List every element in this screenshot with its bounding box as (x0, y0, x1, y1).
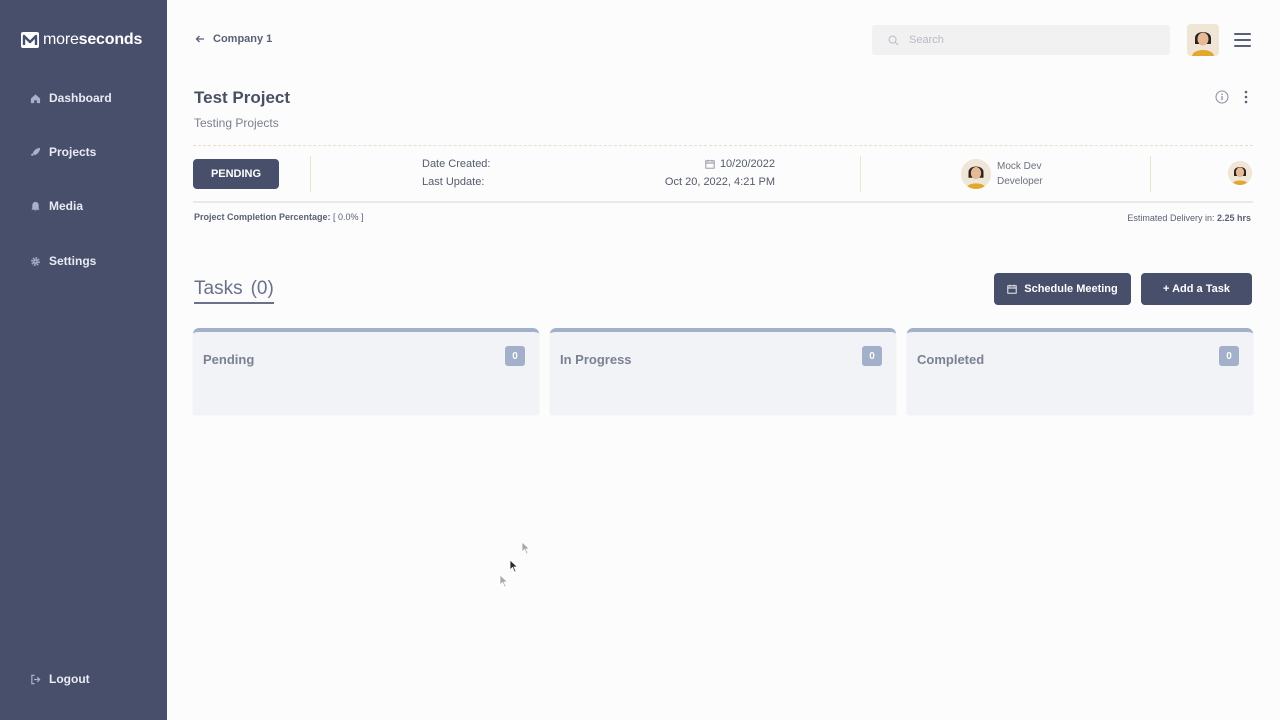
avatar-image (1228, 161, 1252, 185)
info-icon[interactable] (1215, 90, 1229, 104)
column-title: In Progress (560, 352, 632, 367)
date-created-text: 10/20/2022 (719, 158, 775, 170)
logout-icon (31, 674, 41, 684)
member-avatar[interactable] (961, 159, 991, 189)
back-link[interactable]: Company 1 (195, 33, 272, 45)
cursor-icon (521, 541, 531, 555)
column-count-badge: 0 (1219, 346, 1239, 366)
calendar-icon (1007, 284, 1017, 294)
delivery-label: Estimated Delivery in: (1127, 213, 1215, 223)
assignee-avatar[interactable] (1228, 161, 1252, 185)
last-update-label: Last Update: (422, 176, 485, 188)
tasks-tab[interactable]: Tasks (0) (194, 278, 274, 304)
sidebar: moreseconds Dashboard Projects Media Set… (0, 0, 167, 720)
estimated-delivery: Estimated Delivery in: 2.25 hrs (1127, 213, 1251, 223)
back-link-label: Company 1 (213, 33, 273, 45)
task-column-in-progress[interactable]: In Progress 0 (550, 328, 896, 414)
brand-logo[interactable]: moreseconds (21, 31, 142, 49)
tasks-title: Tasks (194, 278, 243, 299)
sidebar-item-projects[interactable]: Projects (30, 145, 96, 159)
search-icon (888, 35, 899, 46)
completion-value: [ 0.0% ] (333, 212, 364, 222)
task-column-pending[interactable]: Pending 0 (193, 328, 539, 414)
logo-mark-icon (21, 32, 39, 48)
user-avatar[interactable] (1187, 24, 1219, 56)
rocket-icon (30, 147, 41, 156)
divider (310, 156, 311, 192)
divider (1150, 156, 1151, 192)
sidebar-item-label: Projects (49, 145, 97, 159)
avatar-image (1187, 24, 1219, 56)
header-divider (193, 145, 1253, 146)
project-title: Test Project (194, 88, 291, 107)
sidebar-item-media[interactable]: Media (30, 199, 83, 213)
divider (860, 156, 861, 192)
sidebar-item-settings[interactable]: Settings (30, 254, 96, 268)
cursor-icon (499, 574, 509, 588)
logout-label: Logout (49, 672, 90, 686)
search-input[interactable] (909, 34, 1129, 46)
column-title: Completed (917, 352, 985, 367)
status-badge[interactable]: PENDING (193, 159, 279, 189)
completion-label: Project Completion Percentage: (194, 212, 331, 222)
tasks-count: (0) (250, 278, 274, 299)
column-count-badge: 0 (505, 346, 525, 366)
column-title: Pending (203, 352, 255, 367)
date-created-value: 10/20/2022 (705, 158, 775, 170)
sidebar-item-dashboard[interactable]: Dashboard (30, 91, 112, 105)
search-bar[interactable] (872, 25, 1170, 55)
brand-name: moreseconds (43, 31, 143, 48)
member-role: Developer (997, 176, 1043, 187)
more-options-icon[interactable] (1243, 90, 1249, 104)
menu-icon[interactable] (1234, 33, 1251, 47)
home-icon (30, 93, 41, 103)
schedule-meeting-button[interactable]: Schedule Meeting (994, 273, 1131, 305)
logout-button[interactable]: Logout (30, 672, 90, 686)
arrow-left-icon (195, 35, 204, 43)
sidebar-item-label: Settings (49, 254, 97, 268)
meta-divider (193, 201, 1253, 203)
avatar-image (961, 159, 991, 189)
delivery-value: 2.25 hrs (1216, 213, 1251, 223)
completion-percentage: Project Completion Percentage: [ 0.0% ] (194, 212, 364, 222)
project-subtitle: Testing Projects (194, 116, 279, 130)
task-column-completed[interactable]: Completed 0 (907, 328, 1253, 414)
gear-icon (31, 256, 40, 266)
date-created-label: Date Created: (422, 158, 491, 170)
schedule-meeting-label: Schedule Meeting (1024, 283, 1118, 295)
sidebar-item-label: Dashboard (49, 91, 112, 105)
calendar-icon (705, 159, 715, 169)
add-task-button[interactable]: + Add a Task (1141, 273, 1252, 305)
add-task-label: + Add a Task (1163, 283, 1230, 295)
cursor-icon (509, 559, 519, 573)
column-count-badge: 0 (862, 346, 882, 366)
last-update-value: Oct 20, 2022, 4:21 PM (664, 176, 775, 188)
sidebar-item-label: Media (49, 199, 84, 213)
bell-icon (31, 201, 40, 211)
member-name: Mock Dev (997, 161, 1042, 172)
